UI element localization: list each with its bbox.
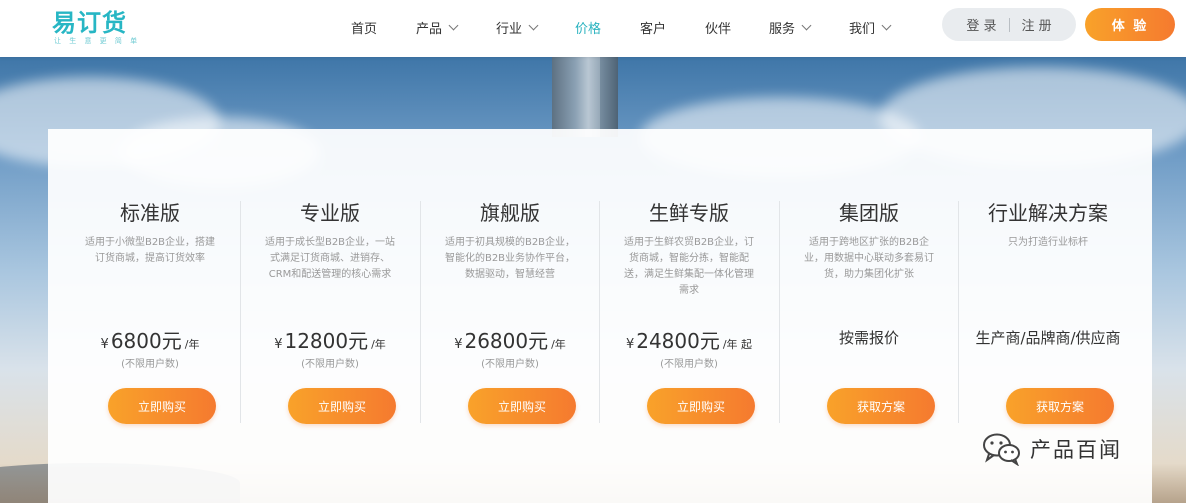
currency-symbol: ¥ — [100, 337, 109, 352]
logo[interactable]: 易订货 让 生 意 更 简 单 — [52, 9, 142, 49]
nav-label: 首页 — [351, 21, 378, 37]
watermark-text: 产品百闻 — [1030, 438, 1122, 462]
nav-item-partners[interactable]: 伙伴 — [705, 17, 731, 37]
buy-now-button[interactable]: 立即购买 — [288, 388, 396, 424]
nav-label: 伙伴 — [705, 21, 732, 37]
plan-price: ¥ 12800元 /年 — [240, 325, 420, 354]
nav-label: 我们 — [849, 21, 876, 37]
plan-card-flagship: 旗舰版 适用于初具规模的B2B企业，智能化的B2B业务协作平台，数据驱动，智慧经… — [420, 129, 600, 503]
user-limit-note: (不限用户数) — [301, 359, 359, 370]
price-amount: 26800元 — [464, 329, 549, 353]
divider — [1008, 17, 1010, 32]
plan-description: 只为打造行业标杆 — [1008, 237, 1088, 248]
plan-name: 集团版 — [839, 201, 899, 225]
try-button[interactable]: 体 验 — [1085, 8, 1175, 41]
logo-text: 易订货 — [52, 9, 127, 37]
plan-card-standard: 标准版 适用于小微型B2B企业，搭建订货商城，提高订货效率 ¥ 6800元 /年… — [60, 129, 240, 503]
get-plan-button[interactable]: 获取方案 — [1006, 388, 1114, 424]
nav-item-pricing[interactable]: 价格 — [575, 17, 601, 37]
nav-label: 价格 — [575, 21, 602, 37]
plan-card-group: 集团版 适用于跨地区扩张的B2B企业，用数据中心联动多套易订货，助力集团化扩张 … — [779, 129, 959, 503]
user-limit-note: (不限用户数) — [121, 359, 179, 370]
login-button[interactable]: 登 录 — [966, 15, 996, 34]
register-button[interactable]: 注 册 — [1022, 15, 1052, 34]
auth-group: 登 录 注 册 — [942, 8, 1076, 41]
price-amount: 6800元 — [110, 329, 182, 353]
price-amount: 24800元 — [636, 329, 720, 353]
currency-symbol: ¥ — [454, 337, 463, 352]
plan-name: 旗舰版 — [480, 201, 540, 225]
plan-description: 适用于成长型B2B企业，一站式满足订货商城、进销存、CRM和配送管理的核心需求 — [264, 237, 396, 280]
plan-name: 标准版 — [120, 201, 180, 225]
top-header: 易订货 让 生 意 更 简 单 首页 产品 行业 价格 客户 伙伴 服务 我们 … — [0, 0, 1186, 57]
plan-card-professional: 专业版 适用于成长型B2B企业，一站式满足订货商城、进销存、CRM和配送管理的核… — [240, 129, 420, 503]
nav-label: 产品 — [416, 21, 443, 37]
plan-card-fresh: 生鲜专版 适用于生鲜农贸B2B企业，订货商城，智能分拣，智能配送，满足生鲜集配一… — [599, 129, 779, 503]
chevron-down-icon — [801, 20, 812, 30]
plan-description: 适用于跨地区扩张的B2B企业，用数据中心联动多套易订货，助力集团化扩张 — [804, 237, 934, 280]
logo-slogan: 让 生 意 更 简 单 — [54, 37, 141, 45]
watermark: 产品百闻 — [982, 432, 1122, 467]
price-quote-text: 按需报价 — [838, 329, 899, 347]
user-limit-note: (不限用户数) — [660, 359, 718, 370]
price-unit: /年 — [551, 338, 566, 351]
chevron-down-icon — [528, 20, 539, 30]
chevron-down-icon — [448, 20, 459, 30]
plan-price: ¥ 24800元 /年 起 — [599, 325, 779, 354]
nav-item-products[interactable]: 产品 — [416, 17, 459, 37]
nav-label: 行业 — [496, 21, 523, 37]
plan-price: ¥ 6800元 /年 — [60, 325, 240, 354]
plan-description: 适用于初具规模的B2B企业，智能化的B2B业务协作平台，数据驱动，智慧经营 — [444, 237, 576, 280]
buy-now-button[interactable]: 立即购买 — [108, 388, 216, 424]
target-customers-text: 生产商/品牌商/供应商 — [975, 329, 1121, 347]
nav-item-about[interactable]: 我们 — [849, 17, 892, 37]
price-unit: /年 — [184, 338, 200, 351]
nav-item-services[interactable]: 服务 — [769, 17, 812, 37]
nav-label: 服务 — [769, 21, 796, 37]
plan-name: 生鲜专版 — [649, 201, 729, 225]
plan-price: ¥ 26800元 /年 — [420, 325, 600, 354]
price-unit: /年 — [371, 338, 386, 351]
plan-description: 适用于生鲜农贸B2B企业，订货商城，智能分拣，智能配送，满足生鲜集配一体化管理需… — [623, 237, 755, 296]
plan-description: 适用于小微型B2B企业，搭建订货商城，提高订货效率 — [84, 237, 216, 264]
price-unit: /年 起 — [722, 338, 753, 351]
chevron-down-icon — [881, 20, 892, 30]
get-plan-button[interactable]: 获取方案 — [827, 388, 935, 424]
plan-name: 行业解决方案 — [988, 201, 1108, 225]
buy-now-button[interactable]: 立即购买 — [647, 388, 755, 424]
user-limit-note: (不限用户数) — [481, 359, 539, 370]
plan-name: 专业版 — [300, 201, 360, 225]
nav-item-home[interactable]: 首页 — [351, 17, 377, 37]
price-amount: 12800元 — [284, 329, 369, 353]
nav-item-industry[interactable]: 行业 — [496, 17, 539, 37]
skyscraper-shadow — [600, 57, 618, 137]
nav-item-customers[interactable]: 客户 — [640, 17, 666, 37]
currency-symbol: ¥ — [274, 337, 283, 352]
nav-label: 客户 — [640, 21, 667, 37]
buy-now-button[interactable]: 立即购买 — [468, 388, 576, 424]
wechat-icon — [982, 432, 1022, 467]
currency-symbol: ¥ — [625, 337, 635, 352]
